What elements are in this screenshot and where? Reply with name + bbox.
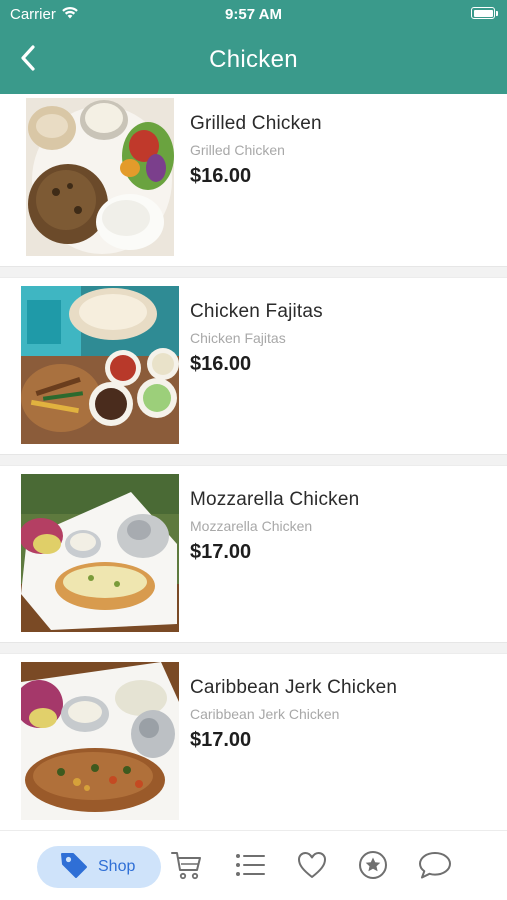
- product-description: Mozzarella Chicken: [190, 518, 313, 534]
- separator: [0, 642, 507, 654]
- tab-list[interactable]: [234, 851, 266, 883]
- app-header: Carrier 9:57 AM Chicken: [0, 0, 507, 94]
- product-name[interactable]: Grilled Chicken: [190, 113, 322, 135]
- separator: [0, 266, 507, 278]
- tab-shop-label: Shop: [98, 858, 136, 875]
- tab-shop[interactable]: Shop: [37, 846, 161, 888]
- product-image[interactable]: [26, 98, 174, 256]
- product-description: Caribbean Jerk Chicken: [190, 706, 340, 722]
- product-description: Grilled Chicken: [190, 142, 285, 158]
- status-time: 9:57 AM: [225, 6, 282, 23]
- product-price: $17.00: [190, 541, 252, 563]
- battery-icon: [471, 7, 498, 19]
- cart-icon: [171, 850, 203, 885]
- product-list[interactable]: Grilled Chicken Grilled Chicken $16.00 C…: [0, 94, 507, 830]
- tab-favorites[interactable]: [296, 851, 328, 883]
- heart-icon: [297, 851, 327, 884]
- product-name[interactable]: Caribbean Jerk Chicken: [190, 677, 397, 699]
- separator: [0, 454, 507, 466]
- product-price: $17.00: [190, 729, 252, 751]
- product-item-mozzarella-chicken[interactable]: Mozzarella Chicken Mozzarella Chicken $1…: [0, 470, 507, 648]
- page-title: Chicken: [209, 46, 298, 73]
- tag-icon: [60, 851, 88, 884]
- product-description: Chicken Fajitas: [190, 330, 286, 346]
- tab-cart[interactable]: [171, 851, 203, 883]
- product-price: $16.00: [190, 165, 252, 187]
- product-item-grilled-chicken[interactable]: Grilled Chicken Grilled Chicken $16.00: [0, 94, 507, 272]
- product-price: $16.00: [190, 353, 252, 375]
- status-bar: Carrier 9:57 AM: [0, 0, 507, 30]
- product-image[interactable]: [21, 662, 179, 820]
- product-image[interactable]: [21, 474, 179, 632]
- list-icon: [235, 852, 265, 883]
- product-name[interactable]: Mozzarella Chicken: [190, 489, 359, 511]
- chat-bubble-icon: [418, 850, 452, 885]
- product-image[interactable]: [21, 286, 179, 444]
- star-icon: [358, 850, 388, 885]
- product-item-chicken-fajitas[interactable]: Chicken Fajitas Chicken Fajitas $16.00: [0, 282, 507, 460]
- tab-messages[interactable]: [419, 851, 451, 883]
- product-name[interactable]: Chicken Fajitas: [190, 301, 323, 323]
- bottom-tab-bar: Shop: [0, 830, 507, 900]
- tab-rewards[interactable]: [357, 850, 389, 885]
- product-item-caribbean-jerk-chicken[interactable]: Caribbean Jerk Chicken Caribbean Jerk Ch…: [0, 658, 507, 830]
